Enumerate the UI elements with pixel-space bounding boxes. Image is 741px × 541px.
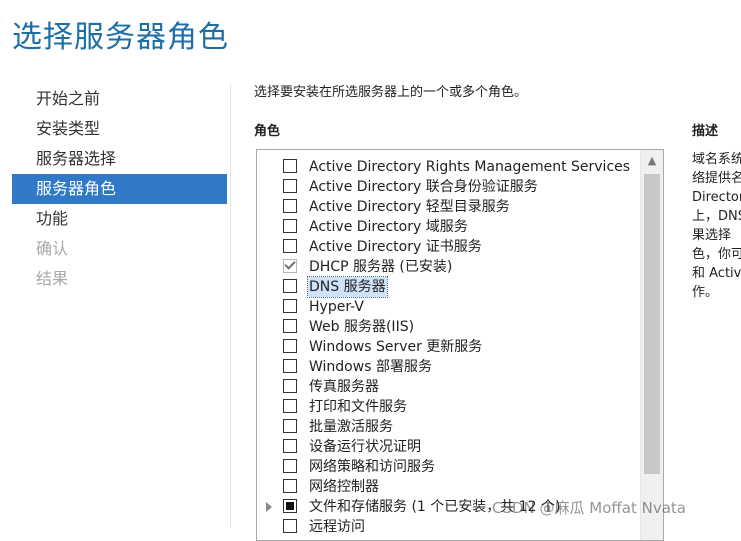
wizard-nav: 开始之前 安装类型 服务器选择 服务器角色 功能确认结果 — [12, 84, 227, 294]
role-checkbox[interactable] — [283, 499, 297, 513]
page-title: 选择服务器角色 — [12, 20, 229, 55]
role-label[interactable]: Hyper-V — [308, 297, 365, 317]
role-label[interactable]: Active Directory Rights Management Servi… — [308, 157, 631, 177]
description-line: 色，你可 — [692, 247, 741, 262]
description-line: 络提供名 — [692, 171, 741, 186]
watermark: CSDN @麻瓜 Moffat Nvata — [492, 499, 686, 517]
role-checkbox[interactable] — [283, 179, 297, 193]
role-checkbox[interactable] — [283, 239, 297, 253]
role-label[interactable]: 网络策略和访问服务 — [308, 457, 436, 477]
role-label[interactable]: Windows 部署服务 — [308, 357, 433, 377]
nav-item: 确认 — [36, 239, 69, 258]
role-label[interactable]: Active Directory 证书服务 — [308, 237, 483, 257]
description-header: 描述 — [692, 124, 719, 139]
description-line: 果选择 — [692, 228, 732, 243]
role-label[interactable]: Windows Server 更新服务 — [308, 337, 483, 357]
role-checkbox[interactable] — [283, 219, 297, 233]
scroll-up-icon[interactable]: ▲ — [641, 150, 663, 172]
role-row[interactable]: Active Directory Rights Management Servi… — [257, 157, 637, 177]
role-row[interactable]: DNS 服务器 — [257, 276, 637, 298]
role-row[interactable]: 远程访问 — [257, 517, 637, 537]
role-checkbox[interactable] — [283, 439, 297, 453]
role-checkbox[interactable] — [283, 339, 297, 353]
role-row[interactable]: DHCP 服务器 (已安装) — [257, 257, 637, 277]
role-label[interactable]: 批量激活服务 — [308, 417, 394, 437]
role-checkbox[interactable] — [283, 299, 297, 313]
nav-item[interactable]: 开始之前 — [12, 84, 227, 114]
role-label[interactable]: Active Directory 域服务 — [308, 217, 469, 237]
role-row[interactable]: 网络控制器 — [257, 477, 637, 497]
role-row[interactable]: Web 服务器(IIS) — [257, 317, 637, 337]
nav-item[interactable]: 功能 — [12, 204, 227, 234]
role-row[interactable]: 传真服务器 — [257, 377, 637, 397]
role-row[interactable]: Windows Server 更新服务 — [257, 337, 637, 357]
roles-scrollbar[interactable]: ▲ — [640, 150, 663, 540]
role-label[interactable]: DNS 服务器 — [307, 276, 388, 298]
role-label[interactable]: Active Directory 轻型目录服务 — [308, 197, 511, 217]
scroll-thumb[interactable] — [644, 174, 660, 474]
description-line: 域名系统 — [692, 152, 741, 167]
nav-item[interactable]: 安装类型 — [12, 114, 227, 144]
role-label[interactable]: DHCP 服务器 (已安装) — [308, 257, 453, 277]
role-checkbox — [283, 258, 297, 273]
nav-item[interactable]: 服务器角色 — [12, 174, 227, 204]
role-row[interactable]: Active Directory 证书服务 — [257, 237, 637, 257]
role-description: 域名系统络提供名 Directory 上，DNS 果选择色，你可和 Active 作。 — [692, 150, 741, 302]
description-line: 和 Active — [692, 266, 741, 281]
roles-header: 角色 — [254, 124, 281, 139]
role-label[interactable]: 网络控制器 — [308, 477, 380, 497]
role-checkbox[interactable] — [283, 459, 297, 473]
role-checkbox[interactable] — [283, 199, 297, 213]
description-line: Directory — [692, 190, 741, 205]
description-line: 作。 — [692, 285, 719, 300]
role-checkbox[interactable] — [283, 379, 297, 393]
role-row[interactable]: 设备运行状况证明 — [257, 437, 637, 457]
role-checkbox[interactable] — [283, 279, 297, 293]
role-label[interactable]: Web 服务器(IIS) — [308, 317, 415, 337]
role-label[interactable]: 设备运行状况证明 — [308, 437, 422, 457]
role-checkbox[interactable] — [283, 319, 297, 333]
role-row[interactable]: Windows 部署服务 — [257, 357, 637, 377]
nav-item: 结果 — [36, 269, 69, 288]
role-row[interactable]: 打印和文件服务 — [257, 397, 637, 417]
checkmark-icon — [284, 258, 296, 270]
role-label[interactable]: 远程访问 — [308, 517, 366, 537]
nav-divider — [230, 84, 231, 528]
role-checkbox[interactable] — [283, 159, 297, 173]
role-label[interactable]: 打印和文件服务 — [308, 397, 408, 417]
role-checkbox[interactable] — [283, 399, 297, 413]
partial-check-icon — [286, 502, 294, 510]
role-label[interactable]: 传真服务器 — [308, 377, 380, 397]
role-checkbox[interactable] — [283, 359, 297, 373]
role-row[interactable]: Active Directory 轻型目录服务 — [257, 197, 637, 217]
nav-item[interactable]: 服务器选择 — [12, 144, 227, 174]
role-checkbox[interactable] — [283, 419, 297, 433]
role-checkbox[interactable] — [283, 479, 297, 493]
role-row[interactable]: Active Directory 联合身份验证服务 — [257, 177, 637, 197]
roles-list[interactable]: Active Directory Rights Management Servi… — [256, 149, 664, 541]
role-row[interactable]: 网络策略和访问服务 — [257, 457, 637, 477]
role-checkbox[interactable] — [283, 519, 297, 533]
instruction-text: 选择要安装在所选服务器上的一个或多个角色。 — [254, 85, 528, 100]
role-row[interactable]: Hyper-V — [257, 297, 637, 317]
description-line: 上，DNS — [692, 209, 741, 224]
expand-arrow-icon[interactable] — [266, 502, 272, 512]
role-label[interactable]: Active Directory 联合身份验证服务 — [308, 177, 539, 197]
role-row[interactable]: 批量激活服务 — [257, 417, 637, 437]
role-row[interactable]: Active Directory 域服务 — [257, 217, 637, 237]
